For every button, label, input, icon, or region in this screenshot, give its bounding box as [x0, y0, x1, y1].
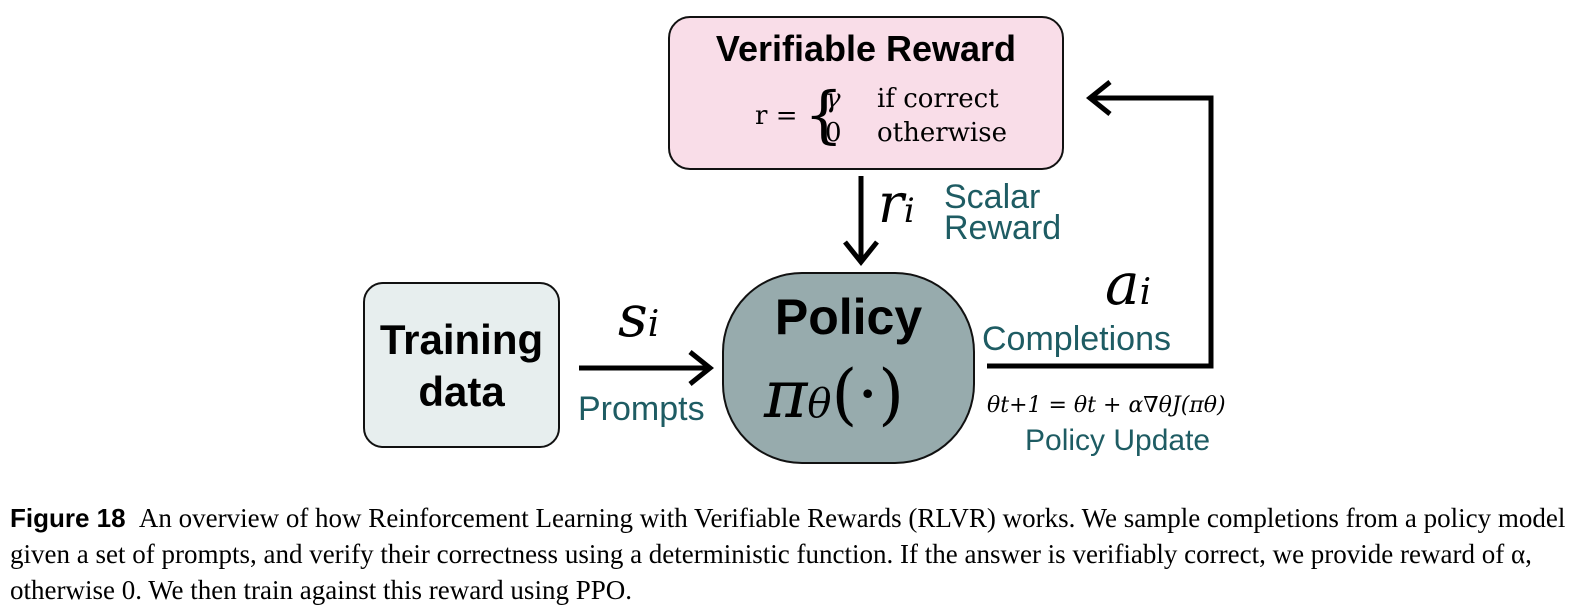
policy-theta-subscript: θ [807, 381, 832, 427]
policy-pi: π [764, 356, 808, 433]
training-data-node: Training data [363, 282, 560, 448]
completion-a: a [1105, 250, 1140, 318]
policy-argument: (·) [831, 356, 904, 433]
reward-r: r [878, 172, 904, 235]
reward-symbol: ri [878, 172, 915, 235]
figure-number: Figure 18 [10, 503, 126, 533]
figure-caption: Figure 18 An overview of how Reinforceme… [10, 500, 1580, 608]
policy-title: Policy [774, 289, 923, 345]
caption-text: An overview of how Reinforcement Learnin… [10, 503, 1566, 605]
scalar-label-line2: Reward [944, 209, 1062, 247]
reward-case1-condition: if correct [877, 84, 999, 114]
completions-label: Completions [982, 320, 1171, 358]
reward-formula-lhs: r = [755, 101, 798, 131]
completion-symbol: ai [1105, 250, 1151, 318]
reward-case1-value: γ [825, 84, 841, 114]
prompt-subscript: i [647, 304, 660, 345]
training-label-line2: data [418, 368, 505, 415]
policy-symbol: πθ(·) [764, 356, 904, 433]
reward-case2-condition: otherwise [877, 118, 1007, 148]
verifiable-reward-node: Verifiable Reward r = { γ if correct 0 o… [668, 16, 1064, 170]
policy-update-label: Policy Update [1025, 424, 1211, 457]
reward-subscript: i [903, 191, 915, 231]
prompt-s: s [618, 282, 648, 350]
completion-subscript: i [1139, 272, 1152, 313]
scalar-reward-arrow [843, 176, 879, 267]
policy-node: Policy πθ(·) [722, 272, 975, 464]
reward-case2-value: 0 [825, 118, 842, 148]
prompt-symbol: si [618, 282, 659, 350]
prompts-label: Prompts [578, 390, 705, 428]
prompts-arrow [579, 350, 715, 386]
training-label-line1: Training [379, 316, 544, 363]
scalar-reward-label: Scalar Reward [944, 180, 1062, 247]
policy-update-formula: θt+1 = θt + α∇θJ(πθ) [987, 393, 1226, 418]
reward-title: Verifiable Reward [715, 28, 1017, 69]
